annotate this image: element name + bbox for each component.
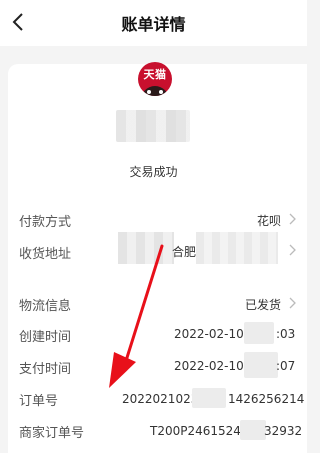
- merchant-order-number-label: 商家订单号: [19, 426, 85, 441]
- merchant-order-number-value: T200P2461524: [150, 424, 241, 438]
- logo-text: 天猫: [143, 68, 167, 81]
- redacted-address-part-2: [196, 232, 278, 264]
- logistics-value[interactable]: 已发货: [245, 296, 281, 313]
- redacted-merchant-name: [116, 110, 190, 142]
- order-number-suffix: 1426256214: [228, 392, 305, 406]
- redacted-address-part-1: [118, 232, 174, 264]
- payment-method-value[interactable]: 花呗: [257, 212, 281, 229]
- top-nav-bar: 账单详情: [0, 0, 307, 46]
- chevron-right-icon[interactable]: [287, 212, 297, 226]
- redacted-paid-time: [244, 352, 278, 378]
- order-number-label: 订单号: [19, 394, 59, 409]
- chevron-right-icon[interactable]: [287, 296, 297, 310]
- redacted-created-time: [244, 322, 274, 344]
- logistics-label: 物流信息: [19, 299, 72, 314]
- redacted-order-number: [192, 388, 226, 408]
- paid-time-value: 2022-02-10: [174, 359, 244, 373]
- chevron-right-icon[interactable]: [287, 243, 297, 257]
- transaction-status: 交易成功: [129, 165, 178, 179]
- created-time-suffix: :03: [276, 327, 296, 341]
- tmall-logo-icon: 天猫: [138, 62, 172, 96]
- logo-cat-face: [141, 86, 169, 96]
- redacted-merchant-order-number: [240, 420, 266, 440]
- logo-eye-left: [147, 90, 151, 94]
- created-time-value: 2022-02-10: [174, 327, 244, 341]
- merchant-order-number-suffix: 32932: [264, 424, 303, 438]
- page-title: 账单详情: [121, 15, 186, 34]
- payment-method-label: 付款方式: [19, 215, 72, 230]
- paid-time-suffix: :07: [276, 359, 296, 373]
- logo-eye-right: [159, 90, 163, 94]
- created-time-label: 创建时间: [19, 330, 72, 345]
- paid-time-label: 支付时间: [19, 362, 72, 377]
- order-number-value: 2022021023: [122, 392, 199, 406]
- shipping-address-label: 收货地址: [19, 247, 72, 262]
